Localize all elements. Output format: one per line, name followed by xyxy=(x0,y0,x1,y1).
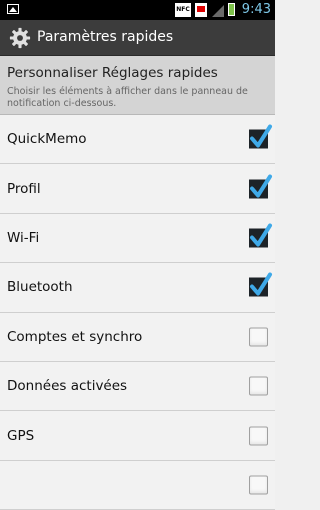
checkmark-icon xyxy=(250,174,272,198)
section-description: Choisir les éléments à afficher dans le … xyxy=(7,86,248,109)
section-header: Personnaliser Réglages rapides Choisir l… xyxy=(0,56,275,115)
checkbox[interactable] xyxy=(249,475,268,495)
checkbox[interactable] xyxy=(249,376,268,396)
checkmark-icon xyxy=(250,223,272,247)
list-item-label: GPS xyxy=(7,427,35,444)
checkbox[interactable] xyxy=(249,327,268,347)
sim-icon xyxy=(194,2,207,17)
list-item-donnees-activees[interactable]: Données activées xyxy=(0,361,275,412)
list-item-partial[interactable] xyxy=(0,460,275,510)
section-title: Personnaliser Réglages rapides xyxy=(7,65,218,81)
status-icons: NFC 9:43 xyxy=(175,2,271,17)
checkbox[interactable] xyxy=(249,272,272,297)
checkbox[interactable] xyxy=(249,426,268,446)
action-bar: Paramètres rapides xyxy=(0,20,275,56)
list-item-label: Bluetooth xyxy=(7,279,73,296)
list-item-label: Wi-Fi xyxy=(7,229,40,246)
list-item-label: Comptes et synchro xyxy=(7,328,143,345)
nfc-icon: NFC xyxy=(175,2,191,17)
checkbox[interactable] xyxy=(249,124,272,149)
quick-settings-list: QuickMemo Profil Wi-Fi Bluetooth Comptes… xyxy=(0,115,275,510)
status-bar: NFC 9:43 xyxy=(0,0,275,20)
checkbox[interactable] xyxy=(249,174,272,199)
checkbox[interactable] xyxy=(249,223,272,248)
checkmark-icon xyxy=(250,124,272,148)
checkmark-icon xyxy=(250,272,272,296)
list-item-label: Données activées xyxy=(7,378,128,395)
battery-icon xyxy=(227,3,235,16)
list-item-gps[interactable]: GPS xyxy=(0,411,275,461)
signal-icon xyxy=(211,3,224,17)
list-item-label: Profil xyxy=(7,180,41,197)
list-item-bluetooth[interactable]: Bluetooth xyxy=(0,263,275,313)
list-item-comptes-synchro[interactable]: Comptes et synchro xyxy=(0,312,275,362)
image-notification-icon xyxy=(7,4,19,14)
list-item-wifi[interactable]: Wi-Fi xyxy=(0,213,275,264)
clock: 9:43 xyxy=(241,2,271,17)
list-item-profil[interactable]: Profil xyxy=(0,164,275,214)
list-item-quickmemo[interactable]: QuickMemo xyxy=(0,115,275,165)
list-item-label: QuickMemo xyxy=(7,131,87,148)
gear-icon[interactable] xyxy=(9,27,31,49)
page-title: Paramètres rapides xyxy=(37,29,174,45)
